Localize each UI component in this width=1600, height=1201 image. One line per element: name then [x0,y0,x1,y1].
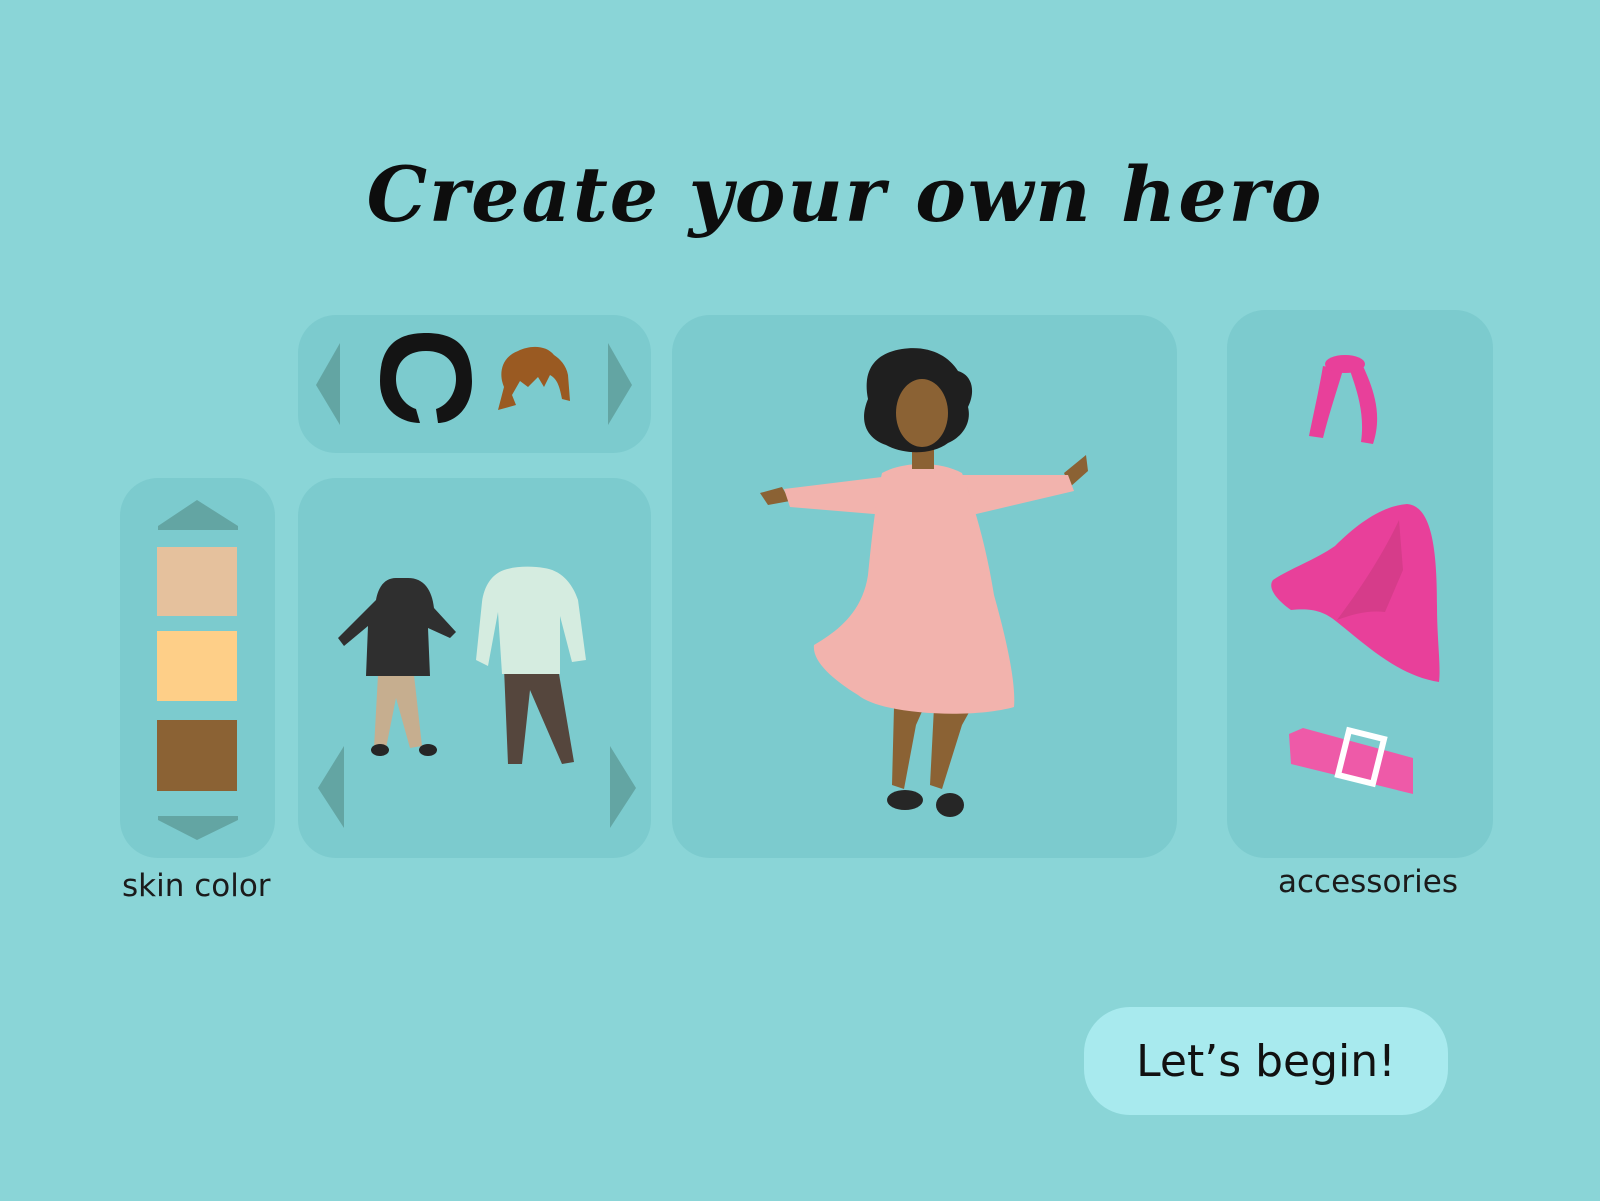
skin-swatch-light[interactable] [157,547,237,616]
pink-belt-icon[interactable] [1289,726,1413,794]
skin-swatch-dark[interactable] [157,720,237,791]
hero-preview-panel [672,315,1177,858]
skin-color-label: skin color [122,868,271,904]
hair-panel [298,315,651,453]
accessory-options [1271,355,1440,794]
accessories-label: accessories [1278,864,1459,900]
chevron-right-icon[interactable] [610,746,636,828]
brown-spiky-hair-icon[interactable] [498,346,570,410]
black-shirt-beige-pants-icon[interactable] [338,578,456,756]
chevron-down-icon[interactable] [158,816,238,840]
page-title: Create your own hero [366,150,1324,239]
skin-swatch-medium[interactable] [157,631,237,701]
chevron-right-icon[interactable] [608,343,632,425]
begin-button[interactable]: Let’s begin! [1084,1007,1448,1115]
chevron-up-icon[interactable] [158,500,238,530]
white-shirt-brown-pants-icon[interactable] [476,566,586,764]
chevron-left-icon[interactable] [318,746,344,828]
outfit-panel [298,478,651,858]
outfit-options [318,566,636,828]
pink-headband-icon[interactable] [1309,355,1378,444]
hair-options [316,333,632,425]
skin-color-panel [120,478,275,858]
pink-cape-icon[interactable] [1271,504,1440,682]
black-bob-hair-icon[interactable] [380,333,472,423]
chevron-left-icon[interactable] [316,343,340,425]
hero-figure [760,348,1088,817]
accessories-panel [1227,310,1493,858]
